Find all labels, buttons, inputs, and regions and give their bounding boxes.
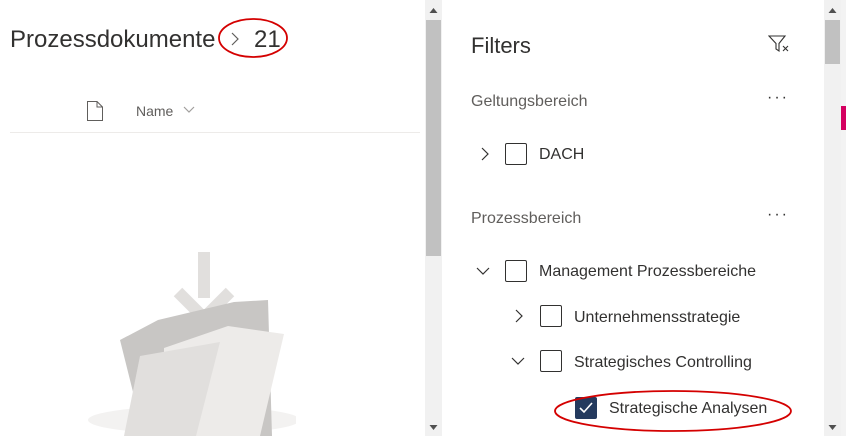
- column-header-name[interactable]: Name: [136, 103, 173, 119]
- file-type-icon[interactable]: [86, 100, 104, 122]
- scroll-up-arrow-icon[interactable]: [426, 4, 441, 18]
- filter-pane-scrollbar-thumb[interactable]: [825, 20, 840, 64]
- empty-folder-illustration: [88, 252, 296, 436]
- filter-checkbox-strategisches-controlling[interactable]: [540, 350, 562, 372]
- chevron-right-icon[interactable]: [477, 146, 493, 162]
- filter-checkbox-unternehmensstrategie[interactable]: [540, 305, 562, 327]
- filter-section-prozessbereich: Prozessbereich: [471, 210, 582, 227]
- scroll-down-arrow-icon[interactable]: [825, 420, 840, 434]
- filter-checkbox-management[interactable]: [505, 260, 527, 282]
- filter-label-management[interactable]: Management Prozessbereiche: [539, 263, 756, 281]
- window-edge-accent: [841, 106, 846, 130]
- chevron-down-icon[interactable]: [475, 263, 491, 279]
- clear-filter-icon[interactable]: [768, 34, 790, 54]
- filter-label-unternehmensstrategie[interactable]: Unternehmensstrategie: [574, 309, 740, 327]
- scroll-up-arrow-icon[interactable]: [825, 4, 840, 18]
- filters-pane-title: Filters: [471, 33, 531, 58]
- chevron-down-icon[interactable]: [182, 103, 196, 117]
- filter-checkbox-dach[interactable]: [505, 143, 527, 165]
- annotation-ring-count: [218, 18, 288, 58]
- filter-label-strategisches-controlling[interactable]: Strategisches Controlling: [574, 354, 752, 372]
- chevron-down-icon[interactable]: [510, 353, 526, 369]
- filter-label-dach[interactable]: DACH: [539, 146, 584, 164]
- scroll-down-arrow-icon[interactable]: [426, 420, 441, 434]
- left-scrollbar-thumb[interactable]: [426, 20, 441, 256]
- filter-pane-scrollbar[interactable]: [824, 0, 841, 436]
- window-edge: [841, 0, 846, 436]
- library-title[interactable]: Prozessdokumente: [10, 26, 215, 54]
- section-more-button[interactable]: ···: [767, 89, 789, 107]
- column-header-row: [10, 94, 420, 133]
- section-more-button[interactable]: ···: [767, 206, 789, 224]
- chevron-right-icon[interactable]: [511, 308, 527, 324]
- annotation-ring-analysen: [554, 390, 792, 432]
- filter-section-geltungsbereich: Geltungsbereich: [471, 93, 588, 110]
